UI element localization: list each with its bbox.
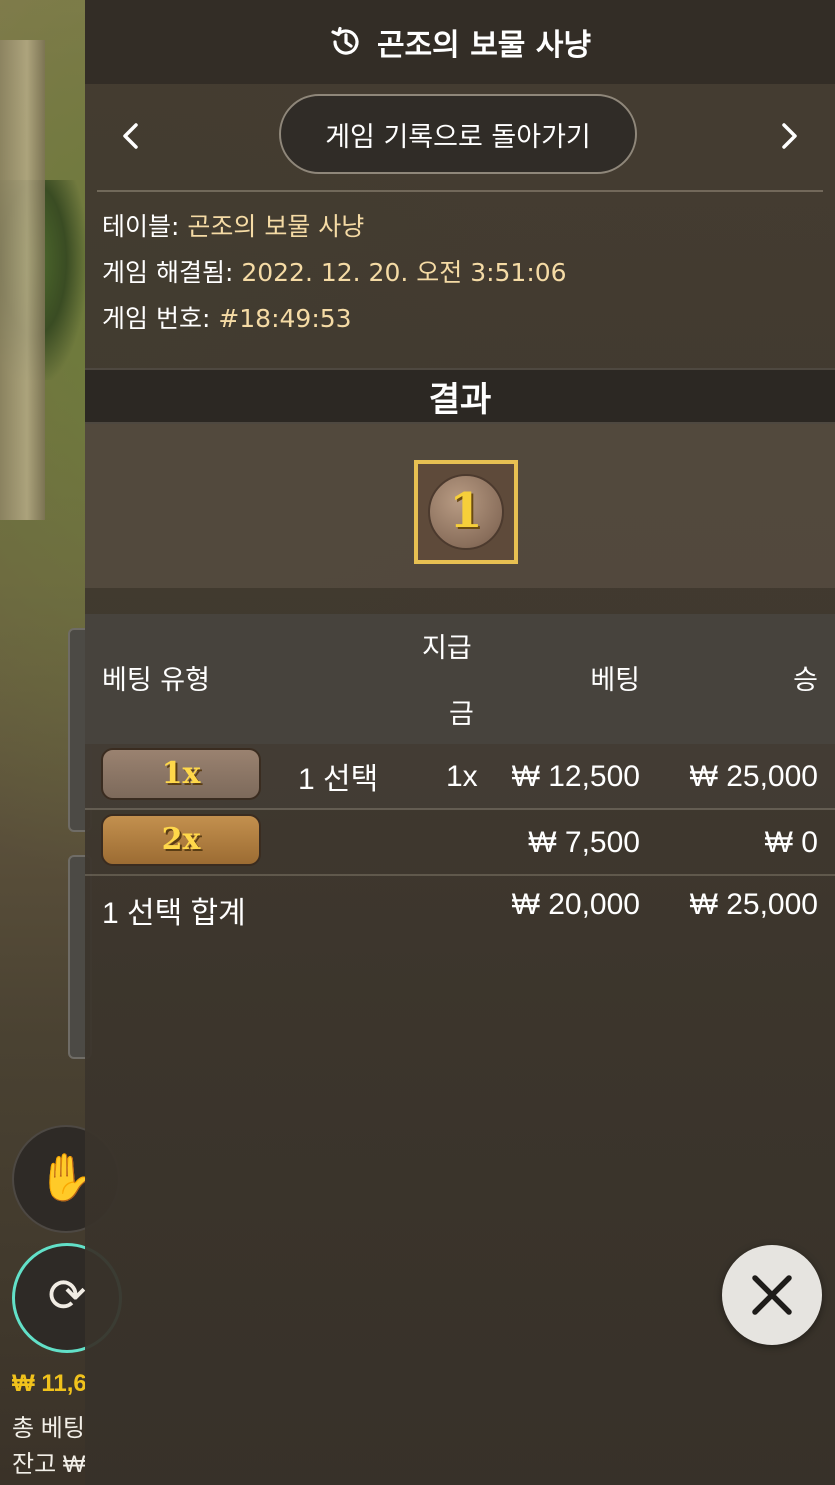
close-icon [752, 1275, 792, 1315]
round-label: 게임 번호: [102, 304, 219, 333]
history-navigation: 게임 기록으로 돌아가기 [97, 84, 823, 192]
round-value: #18:49:53 [218, 304, 352, 333]
back-to-history-button[interactable]: 게임 기록으로 돌아가기 [279, 94, 637, 174]
total-label: 1 선택 합계 [102, 897, 246, 930]
table-value: 곤조의 보물 사냥 [187, 212, 365, 241]
resolved-value: 2022. 12. 20. 오전 3:51:06 [241, 258, 567, 287]
resolved-label: 게임 해결됨: [102, 258, 242, 287]
result-area: 1 [85, 424, 835, 588]
result-coin-icon: 1 [428, 474, 504, 550]
total-bet-label: 총 베팅 [12, 1415, 85, 1442]
game-info: 테이블: 곤조의 보물 사냥 게임 해결됨: 2022. 12. 20. 오전 … [85, 192, 835, 354]
total-bet: ₩ 20,000 [511, 888, 640, 921]
stone-pillar [0, 40, 45, 520]
row-bet: ₩ 7,500 [528, 826, 640, 859]
row-payout: 1x [446, 760, 478, 793]
round-info: 게임 번호: #18:49:53 [102, 296, 818, 342]
bet-badge: 1x [101, 748, 261, 800]
history-icon [329, 25, 363, 59]
game-history-panel: 곤조의 보물 사냥 게임 기록으로 돌아가기 테이블: 곤조의 보물 사냥 게임… [85, 0, 835, 1485]
table-label: 테이블: [102, 212, 188, 241]
resolved-info: 게임 해결됨: 2022. 12. 20. 오전 3:51:06 [102, 250, 818, 296]
table-row: 2x ₩ 7,500 ₩ 0 [85, 810, 835, 876]
bet-table-header: 베팅 유형 지급 금 베팅 승 [85, 614, 835, 744]
balance-label: 잔고 ₩ [12, 1451, 86, 1478]
bet-badge: 2x [101, 814, 261, 866]
page-title: 곤조의 보물 사냥 [376, 28, 592, 63]
balance-amount: ₩ 11,6 [12, 1370, 87, 1397]
row-win: ₩ 0 [764, 826, 818, 859]
table-total-row: 1 선택 합계 ₩ 20,000 ₩ 25,000 [85, 876, 835, 938]
close-button[interactable] [722, 1245, 822, 1345]
table-row: 1x 1 선택 1x ₩ 12,500 ₩ 25,000 [85, 744, 835, 810]
table-info: 테이블: 곤조의 보물 사냥 [102, 204, 818, 250]
header-win: 승 [793, 665, 818, 696]
result-heading: 결과 [85, 368, 835, 424]
header-bet: 베팅 [590, 665, 640, 696]
header-bet-type: 베팅 유형 [102, 665, 210, 696]
row-selection: 1 선택 [298, 763, 379, 796]
result-symbol-tile: 1 [414, 460, 518, 564]
chevron-right-icon[interactable] [769, 112, 809, 160]
row-win: ₩ 25,000 [689, 760, 818, 793]
panel-header: 곤조의 보물 사냥 [85, 0, 835, 84]
header-payout-cont: 금 [449, 699, 474, 730]
total-win: ₩ 25,000 [689, 888, 818, 921]
app-screen: ✋ ⟳ ₩ 11,6 총 베팅 잔고 ₩ 곤조의 보물 사냥 게임 기록으로 돌… [0, 0, 835, 1485]
row-bet: ₩ 12,500 [511, 760, 640, 793]
chevron-left-icon[interactable] [111, 112, 151, 160]
header-payout: 지급 [422, 633, 472, 664]
